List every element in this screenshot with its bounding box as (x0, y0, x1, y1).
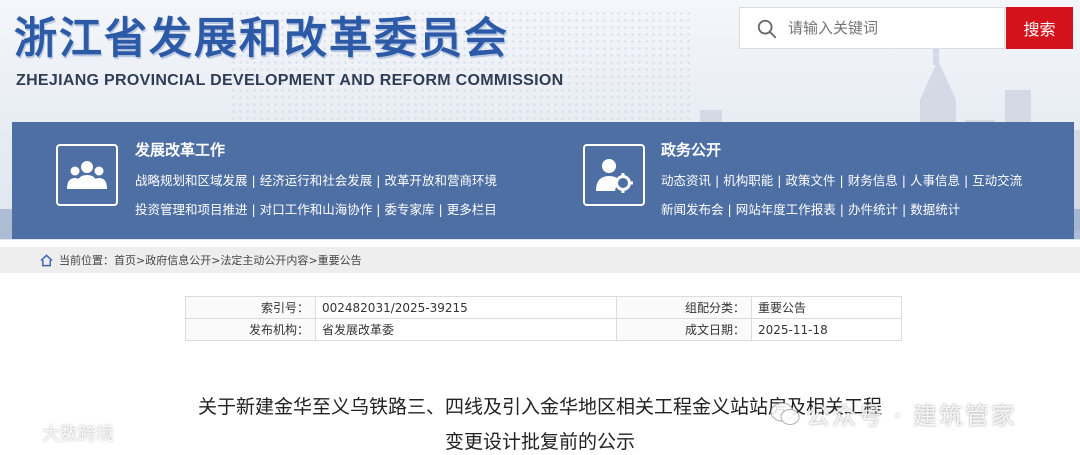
wechat-logo-icon (770, 402, 800, 425)
watermark-right: 公众号 · 建筑管家 (770, 396, 1017, 431)
category-value: 重要公告 (751, 296, 902, 319)
table-row: 发布机构： 省发展改革委 成文日期： 2025-11-18 (185, 318, 902, 341)
nav-line-reform-2: 投资管理和项目推进 | 对口工作和山海协作 | 委专家库 | 更多栏目 (135, 202, 497, 217)
breadcrumb-separator: > (136, 253, 146, 267)
breadcrumb-label: 当前位置： (59, 254, 114, 267)
nav-link-personnel[interactable]: 人事信息 (910, 173, 960, 188)
nav-link-news[interactable]: 动态资讯 (661, 173, 711, 188)
document-meta-table: 索引号： 002482031/2025-39215 组配分类： 重要公告 发布机… (185, 296, 902, 341)
nav-line-affairs-2: 新闻发布会 | 网站年度工作报表 | 办件统计 | 数据统计 (661, 202, 961, 217)
search-box (739, 7, 1005, 49)
breadcrumb-item-statutory[interactable]: 法定主动公开内容 (220, 252, 308, 268)
nav-link-interaction[interactable]: 互动交流 (972, 173, 1022, 188)
search-input[interactable] (788, 8, 998, 48)
home-icon (40, 253, 53, 266)
watermark-left-text: 大数跨境 (42, 424, 114, 445)
nav-link-case-stats[interactable]: 办件统计 (848, 202, 898, 217)
date-value: 2025-11-18 (751, 318, 902, 341)
nav-link-functions[interactable]: 机构职能 (723, 173, 773, 188)
user-gear-icon (583, 144, 645, 206)
nav-link-more[interactable]: 更多栏目 (447, 202, 497, 217)
table-row: 索引号： 002482031/2025-39215 组配分类： 重要公告 (185, 296, 902, 319)
breadcrumb-separator: > (308, 253, 318, 267)
nav-line-reform-1: 战略规划和区域发展 | 经济运行和社会发展 | 改革开放和营商环境 (135, 173, 497, 188)
breadcrumb: 当前位置： 首页 > 政府信息公开 > 法定主动公开内容 > 重要公告 (40, 252, 362, 268)
nav-line-affairs-1: 动态资讯 | 机构职能 | 政策文件 | 财务信息 | 人事信息 | 互动交流 (661, 173, 1023, 188)
site-title-en: ZHEJIANG PROVINCIAL DEVELOPMENT AND REFO… (16, 72, 564, 89)
nav-heading-gov-affairs[interactable]: 政务公开 (661, 139, 721, 160)
breadcrumb-item-gov-info[interactable]: 政府信息公开 (145, 252, 211, 268)
nav-link-press[interactable]: 新闻发布会 (661, 202, 724, 217)
breadcrumb-separator: > (211, 253, 221, 267)
site-title-cn[interactable]: 浙江省发展和改革委员会 (14, 4, 509, 66)
publisher-value: 省发展改革委 (315, 318, 617, 341)
weibo-logo-icon (7, 425, 42, 443)
people-group-icon (56, 144, 118, 206)
watermark-right-text: 公众号 · 建筑管家 (806, 402, 1017, 430)
nav-link-cooperation[interactable]: 对口工作和山海协作 (260, 202, 373, 217)
search-button[interactable]: 搜索 (1006, 7, 1073, 49)
breadcrumb-item-notices[interactable]: 重要公告 (318, 252, 362, 268)
main-nav-panel: 发展改革工作 战略规划和区域发展 | 经济运行和社会发展 | 改革开放和营商环境 投资管… (12, 122, 1074, 239)
watermark-left: 大数跨境 (6, 420, 114, 446)
nav-link-reform-open[interactable]: 改革开放和营商环境 (384, 173, 497, 188)
nav-link-strategy[interactable]: 战略规划和区域发展 (135, 173, 248, 188)
breadcrumb-bar: 当前位置： 首页 > 政府信息公开 > 法定主动公开内容 > 重要公告 (0, 247, 1080, 273)
publisher-label: 发布机构： (185, 318, 316, 341)
nav-link-economy[interactable]: 经济运行和社会发展 (260, 173, 373, 188)
index-value: 002482031/2025-39215 (315, 296, 617, 319)
nav-link-policy[interactable]: 政策文件 (785, 173, 835, 188)
nav-link-data-stats[interactable]: 数据统计 (910, 202, 960, 217)
category-label: 组配分类： (616, 296, 752, 319)
breadcrumb-item-home[interactable]: 首页 (114, 252, 136, 268)
nav-link-investment[interactable]: 投资管理和项目推进 (135, 202, 248, 217)
nav-heading-reform-work[interactable]: 发展改革工作 (135, 139, 225, 160)
search-icon (757, 19, 777, 39)
date-label: 成文日期： (616, 318, 752, 341)
nav-link-finance[interactable]: 财务信息 (848, 173, 898, 188)
nav-link-annual-report[interactable]: 网站年度工作报表 (736, 202, 836, 217)
nav-link-experts[interactable]: 委专家库 (384, 202, 434, 217)
index-label: 索引号： (185, 296, 316, 319)
